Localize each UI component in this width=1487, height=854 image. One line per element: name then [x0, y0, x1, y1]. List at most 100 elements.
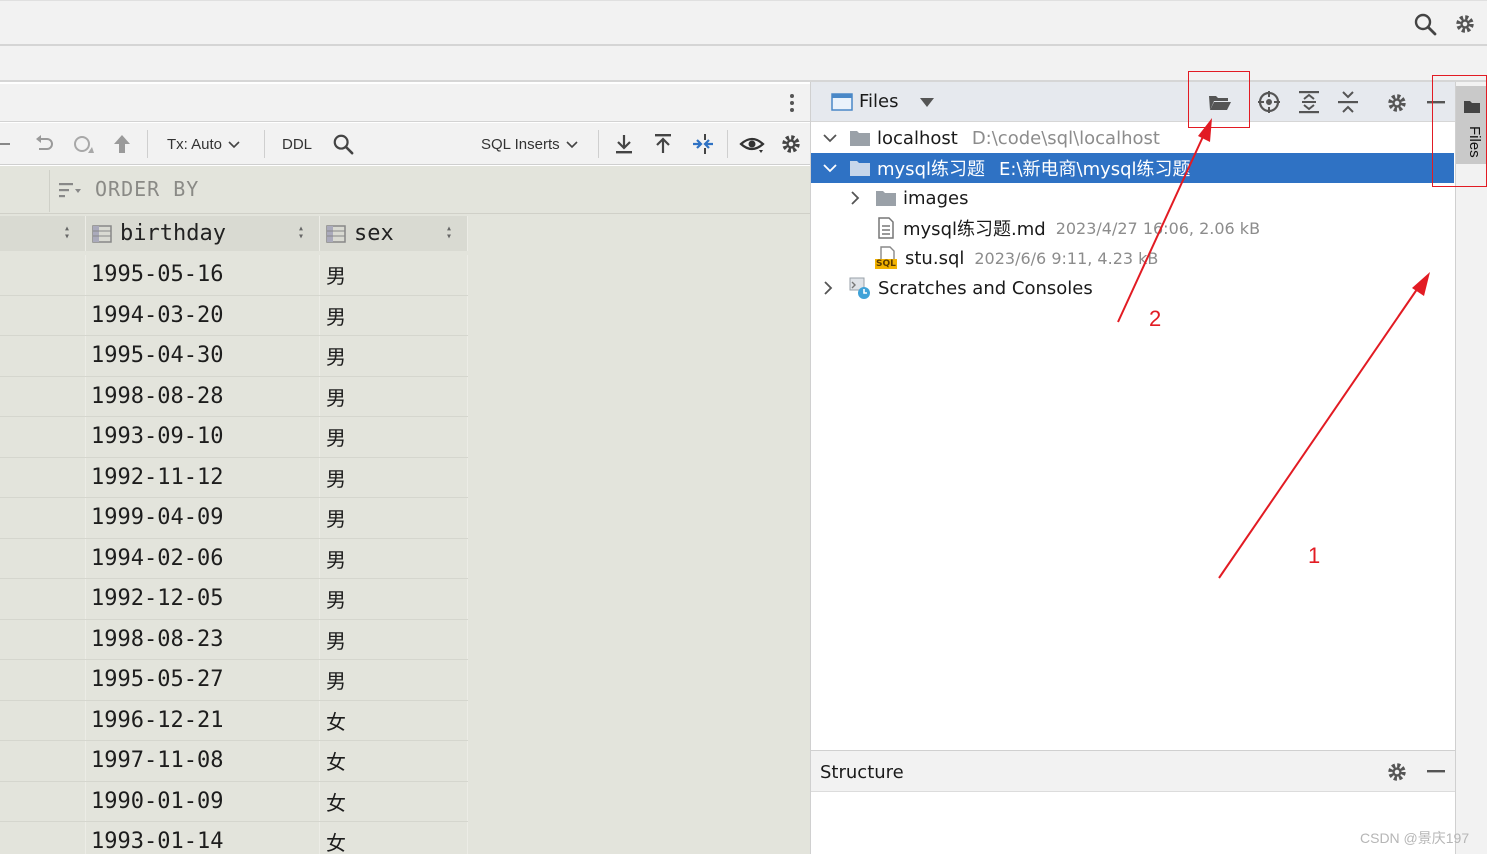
minimize-icon[interactable] [1425, 760, 1447, 782]
sex-cell[interactable]: 女 [320, 741, 468, 781]
table-row[interactable]: 1995-05-27 男 [0, 660, 468, 701]
settings-gear-icon[interactable] [1385, 91, 1409, 115]
ddl-button[interactable]: DDL [282, 123, 312, 165]
sql-badge: SQL [875, 259, 897, 269]
table-row[interactable]: 1996-12-21 女 [0, 700, 468, 741]
sort-arrows-icon[interactable]: ▴ ▾ [446, 224, 452, 242]
birthday-cell[interactable]: 1992-11-12 [86, 457, 320, 497]
sex-cell[interactable]: 男 [320, 376, 468, 416]
submit-up-arrow-icon[interactable] [110, 123, 134, 165]
export-format-dropdown[interactable]: SQL Inserts [481, 123, 578, 165]
search-icon[interactable] [1412, 11, 1438, 37]
structure-title[interactable]: Structure [820, 762, 904, 783]
tree-item-markdown-file[interactable]: mysql练习题.md 2023/4/27 16:06, 2.06 kB [811, 213, 1454, 243]
table-row[interactable]: 1993-09-10 男 [0, 417, 468, 458]
birthday-cell[interactable]: 1993-09-10 [86, 417, 320, 457]
search-icon[interactable] [330, 123, 356, 165]
birthday-cell[interactable]: 1998-08-23 [86, 619, 320, 659]
refresh-icon[interactable] [71, 123, 95, 165]
download-icon[interactable] [612, 123, 636, 165]
table-row[interactable]: 1992-11-12 男 [0, 457, 468, 498]
table-row[interactable]: 1995-05-16 男 [0, 255, 468, 296]
birthday-cell[interactable]: 1990-01-09 [86, 781, 320, 821]
dash-icon [0, 123, 10, 165]
sort-lines-icon [59, 180, 83, 200]
expand-all-icon[interactable] [1297, 90, 1321, 114]
table-row[interactable]: 1995-04-30 男 [0, 336, 468, 377]
settings-gear-icon[interactable] [1385, 760, 1409, 784]
eye-icon[interactable] [738, 123, 766, 165]
title-bar [0, 0, 1487, 46]
tree-item-sql-file[interactable]: SQL stu.sql 2023/6/6 9:11, 4.23 kB [811, 243, 1454, 273]
sex-cell[interactable]: 女 [320, 781, 468, 821]
tree-item-images[interactable]: images [811, 183, 1454, 213]
revert-icon[interactable] [32, 123, 56, 165]
birthday-cell[interactable]: 1992-12-05 [86, 579, 320, 619]
chevron-right-icon[interactable] [824, 281, 840, 295]
table-row[interactable]: 1994-03-20 男 [0, 295, 468, 336]
locate-icon[interactable] [1257, 90, 1281, 114]
sex-cell[interactable]: 女 [320, 700, 468, 740]
column-header-hidden[interactable]: ▴ ▾ [0, 216, 86, 251]
result-grid: ORDER BY ▴ ▾ birthday ▴ ▾ sex ▴ ▾ 1995-05-1… [0, 166, 810, 854]
tree-item-mysql-project[interactable]: mysql练习题 E:\新电商\mysql练习题 [811, 153, 1454, 183]
settings-gear-icon[interactable] [778, 123, 804, 165]
sex-cell[interactable]: 男 [320, 538, 468, 578]
upload-icon[interactable] [651, 123, 675, 165]
tree-item-label: images [903, 187, 969, 209]
sex-cell[interactable]: 女 [320, 822, 468, 854]
sort-arrows-icon[interactable]: ▴ ▾ [298, 224, 304, 242]
table-row[interactable]: 1998-08-28 男 [0, 376, 468, 417]
chevron-down-icon[interactable] [823, 133, 839, 143]
files-panel-title[interactable]: Files [859, 91, 899, 112]
sex-cell[interactable]: 男 [320, 255, 468, 295]
birthday-cell[interactable]: 1997-11-08 [86, 741, 320, 781]
birthday-cell[interactable]: 1999-04-09 [86, 498, 320, 538]
birthday-cell[interactable]: 1995-04-30 [86, 336, 320, 376]
birthday-cell[interactable]: 1996-12-21 [86, 700, 320, 740]
table-row[interactable]: 1993-01-14 女 [0, 822, 468, 854]
birthday-cell[interactable]: 1995-05-27 [86, 660, 320, 700]
compare-icon[interactable] [690, 123, 716, 165]
sex-cell[interactable]: 男 [320, 417, 468, 457]
birthday-cell[interactable]: 1994-02-06 [86, 538, 320, 578]
table-row[interactable]: 1990-01-09 女 [0, 781, 468, 822]
tree-item-label: localhost [877, 127, 958, 149]
annotation-number-2: 2 [1149, 306, 1162, 331]
sex-cell[interactable]: 男 [320, 619, 468, 659]
column-header-birthday[interactable]: birthday ▴ ▾ [86, 216, 320, 251]
tree-item-localhost[interactable]: localhost D:\code\sql\localhost [811, 123, 1454, 153]
collapse-all-icon[interactable] [1336, 90, 1360, 114]
sex-cell[interactable]: 男 [320, 457, 468, 497]
table-row[interactable]: 1992-12-05 男 [0, 579, 468, 620]
table-row[interactable]: 1998-08-23 男 [0, 619, 468, 660]
birthday-cell[interactable]: 1994-03-20 [86, 295, 320, 335]
sex-cell[interactable]: 男 [320, 660, 468, 700]
settings-gear-icon[interactable] [1452, 11, 1478, 37]
column-header-sex[interactable]: sex ▴ ▾ [320, 216, 468, 251]
chevron-right-icon[interactable] [851, 191, 867, 205]
order-by-bar[interactable]: ORDER BY [0, 166, 810, 214]
tree-item-scratches[interactable]: Scratches and Consoles [811, 273, 1454, 303]
annotation-number-1: 1 [1308, 543, 1321, 568]
birthday-cell[interactable]: 1995-05-16 [86, 255, 320, 295]
sex-cell[interactable]: 男 [320, 579, 468, 619]
birthday-cell[interactable]: 1998-08-28 [86, 376, 320, 416]
files-panel-header: Files [811, 82, 1456, 122]
tree-item-meta: 2023/6/6 9:11, 4.23 kB [974, 248, 1159, 268]
chevron-down-icon[interactable] [823, 163, 839, 173]
birthday-cell[interactable]: 1993-01-14 [86, 822, 320, 854]
sex-cell[interactable]: 男 [320, 295, 468, 335]
more-options-icon[interactable] [782, 92, 802, 114]
tree-item-path: D:\code\sql\localhost [971, 127, 1160, 149]
sex-cell[interactable]: 男 [320, 498, 468, 538]
scratches-icon [848, 276, 872, 300]
tree-item-label: mysql练习题 [877, 159, 985, 180]
sex-cell[interactable]: 男 [320, 336, 468, 376]
caret-down-icon[interactable] [919, 96, 935, 108]
table-row[interactable]: 1994-02-06 男 [0, 538, 468, 579]
table-row[interactable]: 1997-11-08 女 [0, 741, 468, 782]
table-row[interactable]: 1999-04-09 男 [0, 498, 468, 539]
tx-mode-dropdown[interactable]: Tx: Auto [167, 123, 240, 165]
sort-arrows-icon[interactable]: ▴ ▾ [64, 224, 70, 242]
